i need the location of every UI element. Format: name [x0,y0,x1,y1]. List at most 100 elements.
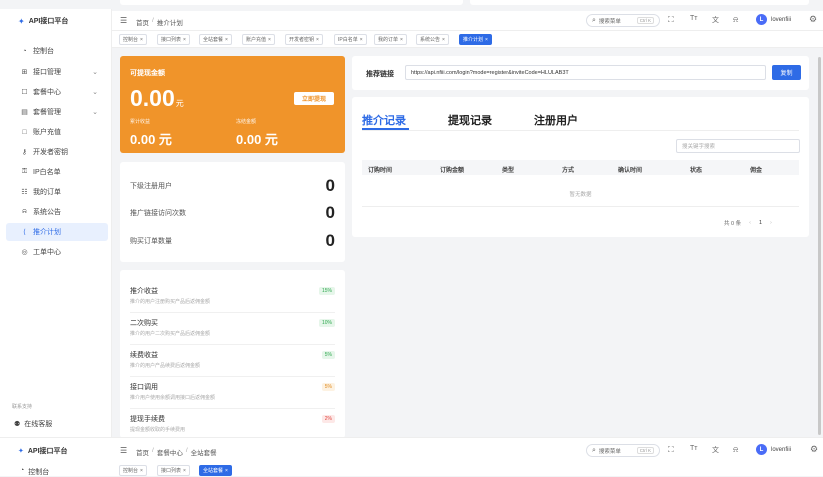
sidebar-item[interactable]: ☷ 我的订单 [6,183,108,201]
brand-logo[interactable]: ✦ API接口平台 [18,16,68,26]
close-icon[interactable]: × [183,37,186,43]
font-size-icon[interactable]: Tᴛ [690,15,697,22]
bottom-tab-item[interactable]: 接口列表 × [157,465,190,476]
tab-label: 我的订单 [378,37,399,43]
fullscreen-icon[interactable]: ⛶ [668,15,674,25]
bottom-user-menu[interactable]: L lovenfiii [756,444,791,455]
close-icon[interactable]: × [360,37,363,43]
bottom-menu-search[interactable]: ⌕ 搜索菜单 Ctrl K [586,444,660,457]
close-icon[interactable]: × [140,468,143,474]
commission-rules-card: 推介收益 推介的用户注册购买产品后返佣金额 15% 二次购买 推介的用户二次购买产品后返… [120,270,345,438]
rule-description: 推介的用户产品续费后返佣金额 [130,363,201,369]
page-scrollbar[interactable] [818,57,821,435]
user-menu[interactable]: L lovenfiii [756,14,791,25]
bottom-tab-item[interactable]: 全站套餐 × [199,465,232,476]
sidebar-item[interactable]: ⚿ IP白名单 [6,163,108,181]
close-icon[interactable]: × [400,37,403,43]
total-income-label: 累计收益 [130,119,151,125]
tab-item[interactable]: 接口列表 × [157,34,190,45]
bottom-translate-icon[interactable]: 文 [712,445,719,455]
top-strip-panel-right [470,0,809,5]
online-service-link[interactable]: ⚉ 在线客服 [14,419,52,429]
next-page-icon[interactable]: › [770,220,772,226]
sidebar-item[interactable]: □ 账户充值 [6,123,108,141]
topbar: ☰ 首页 / 推介计划 ⌕ 搜索菜单 Ctrl K ⛶ Tᴛ 文 ⍾ L lov… [112,11,823,31]
translate-icon[interactable]: 文 [712,15,719,25]
close-icon[interactable]: × [225,468,228,474]
rule-title: 续费收益 [130,352,158,359]
pagination: 共 0 条 ‹ 1 › [724,219,772,227]
frozen-amount-value: 0.00 元 [236,132,278,147]
tab-item[interactable]: 推介计划 × [459,34,492,45]
records-tabs-divider [362,130,799,131]
rule-description: 推介用户使用余额调用接口后返佣金额 [130,395,216,401]
tab-item[interactable]: 控制台 × [119,34,147,45]
close-icon[interactable]: × [183,468,186,474]
referral-link-input[interactable]: https://api.nfiii.com/login?mode=registe… [405,65,766,80]
close-icon[interactable]: × [316,37,319,43]
commission-rule-item: 续费收益 推介的用户产品续费后返佣金额 5% [130,346,335,377]
close-icon[interactable]: × [140,37,143,43]
records-search-input[interactable]: 搜关键字搜索 [676,139,800,153]
sidebar-item[interactable]: ◎ 工单中心 [6,243,108,261]
tab-label: 账户充值 [246,37,267,43]
tab-item[interactable]: 系统公告 × [416,34,449,45]
bell-icon: ⍾ [22,208,27,215]
tab-item[interactable]: 全站套餐 × [199,34,232,45]
sidebar-item[interactable]: ◔ 控制台 [6,42,108,60]
bottom-settings-gear-icon[interactable]: ⚙ [810,444,818,455]
bottom-brand[interactable]: ✦ API接口平台 [18,446,68,456]
tab-registered-users[interactable]: 注册用户 [534,112,578,128]
copy-button[interactable]: 复制 [772,65,801,80]
stat-value: 0 [325,203,335,222]
sidebar-item[interactable]: ⚷ 开发者密钥 [6,143,108,161]
bottom-tab-item[interactable]: 控制台 × [119,465,147,476]
tab-item[interactable]: 账户充值 × [242,34,275,45]
stat-label: 推广链接访问次数 [130,210,186,217]
tab-label: 推介计划 [463,37,484,43]
rate-badge: 5% [321,383,335,391]
gauge-icon: ◔ [22,47,27,55]
bottom-fullscreen-icon[interactable]: ⛶ [668,445,674,455]
menu-fold-icon[interactable]: ☰ [120,16,127,25]
bottom-breadcrumb-mid[interactable]: 套餐中心 [157,447,183,457]
stat-registered-users: 下级注册用户 0 [130,176,335,196]
prev-page-icon[interactable]: ‹ [749,220,751,226]
records-card: 推介记录 提现记录 注册用户 搜关键字搜索 订购时间 订购金额 类型 方式 确认… [352,97,809,237]
breadcrumb-separator: / [152,17,154,24]
page-number[interactable]: 1 [759,220,762,226]
bottom-bell-icon[interactable]: ⍾ [733,445,738,455]
close-icon[interactable]: × [225,37,228,43]
tab-item[interactable]: 开发者密钥 × [285,34,323,45]
bottom-breadcrumb-sep2: / [185,447,188,454]
lock-icon: ⚿ [21,168,28,175]
rule-description: 推介的用户二次购买产品后返佣金额 [130,331,211,337]
tab-item[interactable]: IP白名单 × [334,34,367,45]
notification-bell-icon[interactable]: ⍾ [733,15,738,25]
settings-gear-icon[interactable]: ⚙ [809,14,817,25]
sidebar-item-label: 账户充值 [33,129,61,136]
bottom-breadcrumb-home[interactable]: 首页 [136,447,149,457]
rate-badge: 15% [318,287,335,295]
bottom-font-size-icon[interactable]: Tᴛ [690,445,697,452]
tab-item[interactable]: 我的订单 × [374,34,407,45]
sidebar-item[interactable]: ⟨ 推介计划 [6,223,108,241]
tab-withdraw-records[interactable]: 提现记录 [448,112,492,128]
close-icon[interactable]: × [442,37,445,43]
close-icon[interactable]: × [485,37,488,43]
sidebar-item[interactable]: ⊞ 接口管理 ⌄ [6,63,108,81]
balance-amount: 0.00 [130,85,175,111]
sidebar-item[interactable]: ⍾ 系统公告 [6,203,108,221]
next-screen-preview: ✦ API接口平台 ◔ 控制台 ☰ 首页 / 套餐中心 / 全站套餐 ⌕ 搜索菜… [0,437,823,476]
sidebar-item[interactable]: ▤ 套餐管理 ⌄ [6,103,108,121]
col-confirm-time: 确认时间 [618,168,643,174]
sidebar-item[interactable]: ☐ 套餐中心 ⌄ [6,83,108,101]
bottom-search-shortcut: Ctrl K [636,447,654,454]
tab-referral-records[interactable]: 推介记录 [362,112,406,128]
withdraw-button[interactable]: 立即提现 [294,92,334,105]
menu-search[interactable]: ⌕ 搜索菜单 Ctrl K [586,14,660,27]
close-icon[interactable]: × [268,37,271,43]
breadcrumb-home[interactable]: 首页 [136,17,149,27]
bottom-menu-fold-icon[interactable]: ☰ [120,446,127,455]
col-method: 方式 [562,168,575,174]
